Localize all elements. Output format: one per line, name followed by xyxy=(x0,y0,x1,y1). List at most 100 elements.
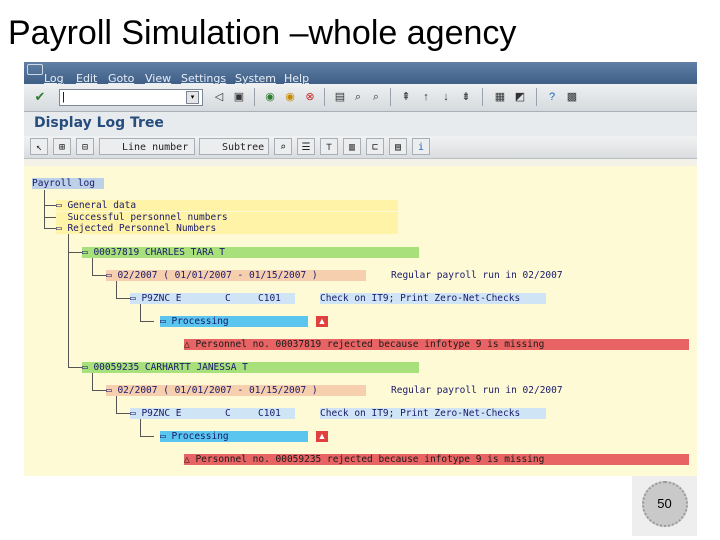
line-number-label: Line number xyxy=(122,142,189,153)
exit-icon[interactable]: ◉ xyxy=(282,89,298,105)
slide-title: Payroll Simulation –whole agency xyxy=(8,14,517,52)
tree-root-payroll-log[interactable]: Payroll log xyxy=(32,178,104,189)
tree-connector xyxy=(140,417,141,436)
folder-icon: ▭ xyxy=(56,200,68,211)
application-toolbar: ↖ ⊞ ⊟ Line number Subtree ⌕ ☰ ⊤ ▥ ⊏ ▤ i xyxy=(24,136,697,159)
tree-node-error-message[interactable]: △ Personnel no. 00037819 rejected becaus… xyxy=(184,339,689,350)
tree-node-employee[interactable]: ▭ 00037819 CHARLES TARA T xyxy=(82,247,419,258)
standard-toolbar: ✔ | ▾ ◁ ▣ ◉ ◉ ⊗ ▤ ⌕ ⌕ ⇞ ↑ ↓ ⇟ ▦ ◩ ? ▩ xyxy=(24,84,697,112)
next-page-icon[interactable]: ↓ xyxy=(438,89,454,105)
menu-bar: Log Edit Goto View Settings System Help xyxy=(24,62,697,85)
page-number: 50 xyxy=(657,496,672,511)
filter-icon[interactable]: ⊤ xyxy=(320,138,338,155)
help-icon[interactable]: ? xyxy=(544,89,560,105)
toolbar-separator xyxy=(254,88,255,106)
tree-node-employee[interactable]: ▭ 00059235 CARHARTT JANESSA T xyxy=(82,362,419,373)
first-page-icon[interactable]: ⇞ xyxy=(398,89,414,105)
collapse-icon[interactable]: ⊟ xyxy=(76,138,94,155)
tree-node-run-type: Regular payroll run in 02/2007 xyxy=(391,270,563,281)
sap-window: Log Edit Goto View Settings System Help … xyxy=(24,62,697,476)
tree-connector xyxy=(116,298,130,299)
shortcut-icon[interactable]: ◩ xyxy=(512,89,528,105)
tree-node-function-desc: Check on IT9; Print Zero-Net-Checks xyxy=(320,408,546,419)
cancel-icon[interactable]: ⊗ xyxy=(302,89,318,105)
folder-icon: ▭ xyxy=(130,408,142,419)
log-tree: Payroll log ▭ General data ▭ Successful … xyxy=(24,166,697,476)
warning-icon: △ xyxy=(184,339,196,350)
folder-icon: ▭ xyxy=(160,316,172,327)
back-arrow-icon[interactable]: ◁ xyxy=(211,89,227,105)
tree-node-function-desc: Check on IT9; Print Zero-Net-Checks xyxy=(320,293,546,304)
system-menu-icon[interactable] xyxy=(27,64,43,75)
tree-connector xyxy=(44,190,45,228)
save-icon[interactable]: ▣ xyxy=(231,89,247,105)
screen-title: Display Log Tree xyxy=(34,115,164,131)
find-tree-icon[interactable]: ⌕ xyxy=(274,138,292,155)
folder-icon: ▭ xyxy=(82,362,94,373)
tree-connector xyxy=(140,321,154,322)
tree-node-rejected[interactable]: ▭ Rejected Personnel Numbers xyxy=(56,223,398,234)
tree-node-processing[interactable]: ▭ Processing xyxy=(160,431,308,442)
folder-icon: ▭ xyxy=(130,293,142,304)
folder-icon: ▭ xyxy=(56,223,68,234)
tree-connector xyxy=(116,279,117,298)
tree-node-period[interactable]: ▭ 02/2007 ( 01/01/2007 - 01/15/2007 ) xyxy=(106,270,366,281)
tree-node-function-code: C101 xyxy=(258,408,281,419)
layout-icon[interactable]: ▩ xyxy=(564,89,580,105)
print-icon[interactable]: ▤ xyxy=(332,89,348,105)
warning-icon: ▲ xyxy=(316,431,328,442)
enter-icon[interactable]: ✔ xyxy=(32,90,48,104)
tree-connector xyxy=(116,413,130,414)
info-icon[interactable]: i xyxy=(412,138,430,155)
tree-node-function-c: C xyxy=(225,293,231,304)
tree-node-run-type: Regular payroll run in 02/2007 xyxy=(391,385,563,396)
toolbar-separator xyxy=(324,88,325,106)
tree-connector xyxy=(68,367,82,368)
cmd-dropdown-icon[interactable]: ▾ xyxy=(186,91,199,104)
toolbar-separator xyxy=(536,88,537,106)
tree-connector xyxy=(44,205,56,206)
tree-node-period[interactable]: ▭ 02/2007 ( 01/01/2007 - 01/15/2007 ) xyxy=(106,385,366,396)
detail-icon[interactable]: ▥ xyxy=(343,138,361,155)
expand-icon[interactable]: ⊞ xyxy=(53,138,71,155)
tree-node-processing[interactable]: ▭ Processing xyxy=(160,316,308,327)
command-field[interactable]: | xyxy=(59,89,203,106)
title-area: Display Log Tree xyxy=(24,112,697,136)
folder-icon: ▭ xyxy=(82,247,94,258)
tree-node-function-c: C xyxy=(225,408,231,419)
line-number-button[interactable]: Line number xyxy=(99,138,195,155)
create-session-icon[interactable]: ▦ xyxy=(492,89,508,105)
page-number-box: 50 xyxy=(632,476,697,536)
toolbar-separator xyxy=(482,88,483,106)
subtree-label: Subtree xyxy=(222,142,265,153)
hierarchy-icon[interactable]: ⊏ xyxy=(366,138,384,155)
tree-connector xyxy=(92,371,93,390)
warning-icon: ▲ xyxy=(316,316,328,327)
tree-connector xyxy=(44,228,56,229)
tree-connector xyxy=(92,275,106,276)
last-page-icon[interactable]: ⇟ xyxy=(458,89,474,105)
tree-connector xyxy=(140,302,141,321)
find-icon[interactable]: ⌕ xyxy=(350,89,366,105)
tree-connector xyxy=(92,390,106,391)
print-tree-icon[interactable]: ▤ xyxy=(389,138,407,155)
tree-node-function-code: C101 xyxy=(258,293,281,304)
tree-node-successful[interactable]: ▭ Successful personnel numbers xyxy=(56,212,398,223)
tree-node-error-message[interactable]: △ Personnel no. 00059235 rejected becaus… xyxy=(184,454,689,465)
tree-connector xyxy=(116,394,117,413)
tree-connector xyxy=(44,217,56,218)
find-next-icon[interactable]: ⌕ xyxy=(368,89,384,105)
list-icon[interactable]: ☰ xyxy=(297,138,315,155)
tree-connector xyxy=(140,436,154,437)
folder-icon: ▭ xyxy=(106,385,118,396)
tree-connector xyxy=(92,256,93,275)
back-icon[interactable]: ◉ xyxy=(262,89,278,105)
select-icon[interactable]: ↖ xyxy=(30,138,48,155)
folder-icon: ▭ xyxy=(106,270,118,281)
tree-node-general-data[interactable]: ▭ General data xyxy=(56,200,398,211)
prev-page-icon[interactable]: ↑ xyxy=(418,89,434,105)
tree-connector xyxy=(68,252,82,253)
warning-icon: △ xyxy=(184,454,196,465)
subtree-button[interactable]: Subtree xyxy=(199,138,269,155)
toolbar-separator xyxy=(390,88,391,106)
